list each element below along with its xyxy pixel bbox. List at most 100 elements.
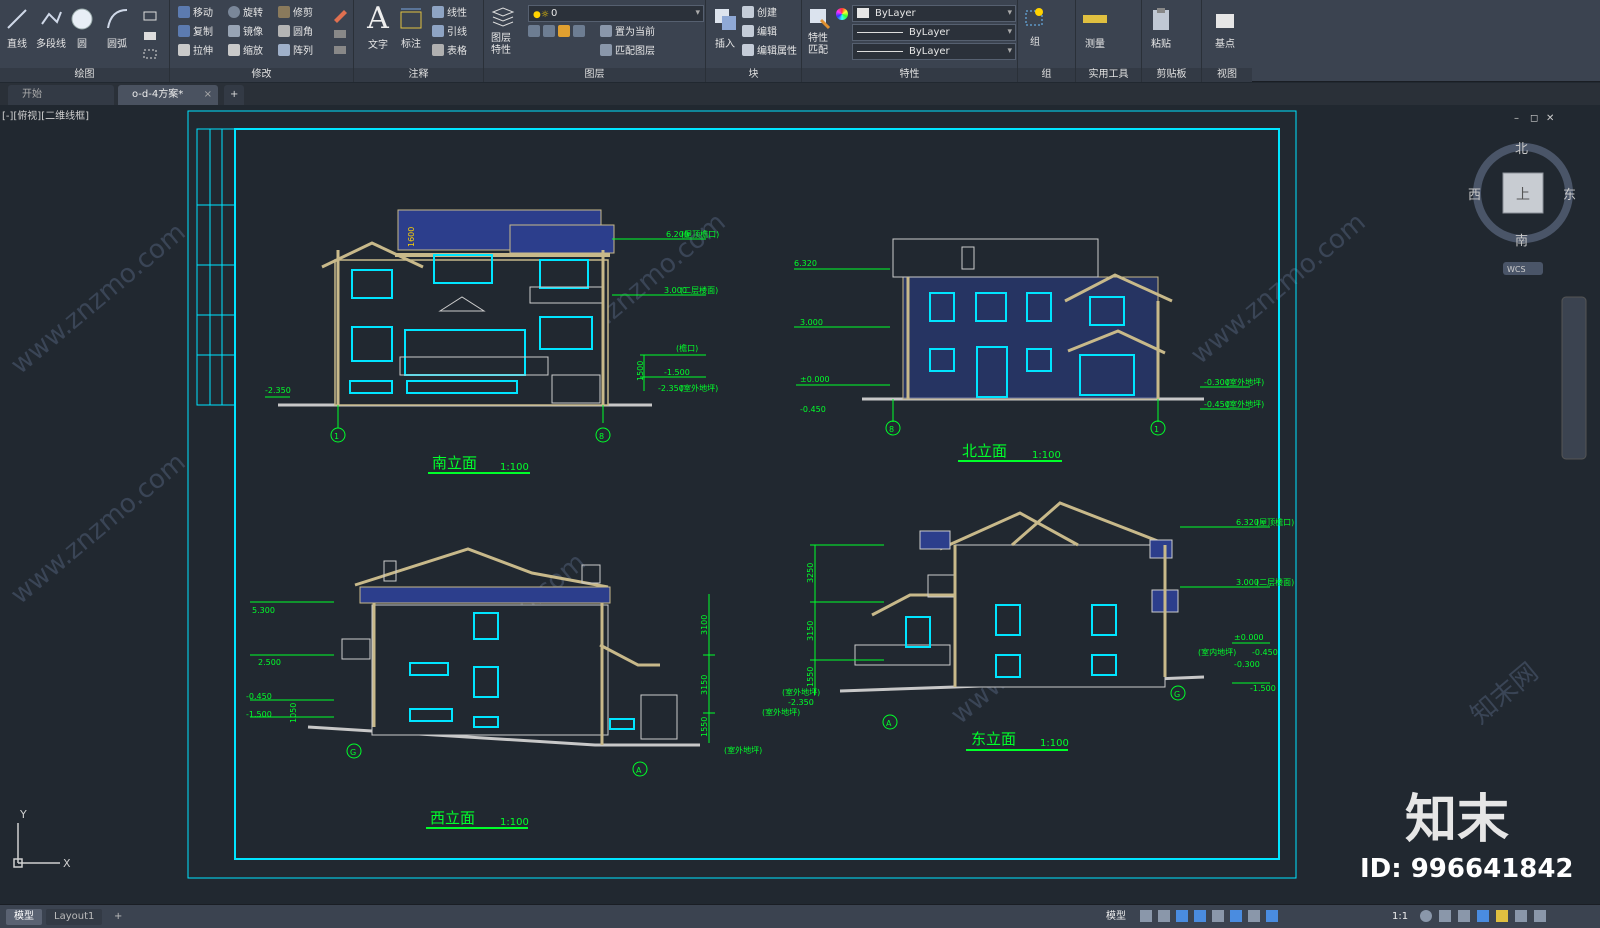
clipboard-panel-title[interactable]: 剪贴板 [1142, 68, 1201, 82]
gear-icon[interactable] [1420, 910, 1432, 922]
lineweight-select[interactable]: ByLayer [852, 43, 1016, 60]
tab-model[interactable]: 模型 [6, 909, 42, 925]
compass-west[interactable]: 西 [1468, 188, 1481, 203]
circle-button[interactable]: 圆 [70, 6, 94, 50]
base-point-button[interactable]: 基点 [1210, 6, 1240, 50]
customize-icon[interactable] [1534, 910, 1546, 922]
close-tab-icon[interactable]: × [204, 85, 212, 105]
viewport-controls-label[interactable]: [-][俯视][二维线框] [2, 109, 89, 122]
compass-east[interactable]: 东 [1563, 188, 1576, 203]
compass-south[interactable]: 南 [1515, 233, 1528, 249]
modify-panel-title[interactable]: 修改 [170, 68, 353, 82]
layer-select[interactable]: ●☼ 0 [528, 5, 704, 22]
clipboard-panel: 粘贴 剪贴板 [1142, 0, 1202, 82]
measure-button[interactable]: 测量 [1080, 6, 1110, 50]
fillet-button[interactable]: 圆角 [278, 24, 313, 42]
edit-attributes-button[interactable]: 编辑属性 [742, 43, 797, 61]
layers-panel-title[interactable]: 图层 [484, 68, 705, 82]
model-space-button[interactable]: 模型 [1098, 909, 1134, 925]
arc-button[interactable]: 圆弧 [104, 6, 130, 50]
isolate-icon[interactable] [1477, 910, 1489, 922]
axis-marker-8: 8 [889, 425, 894, 434]
compass-north[interactable]: 北 [1515, 142, 1528, 157]
plus-icon[interactable] [1439, 910, 1451, 922]
properties-panel-title[interactable]: 特性 [802, 68, 1017, 82]
group-button[interactable]: 组 [1022, 6, 1048, 48]
color-wheel-icon[interactable] [836, 8, 850, 20]
tab-start-label: 开始 [22, 89, 42, 100]
drawing-canvas[interactable]: [-][俯视][二维线框] – ◻ ✕ www.znzmo.com www.zn… [0, 105, 1600, 904]
color-select[interactable]: ByLayer [852, 5, 1016, 22]
match-layer-button[interactable]: 匹配图层 [600, 43, 655, 61]
scale-button[interactable]: 缩放 [228, 43, 263, 61]
layer-properties-button[interactable]: 图层特性 [490, 6, 516, 57]
copy-button[interactable]: 复制 [178, 24, 213, 42]
mirror-button[interactable]: 镜像 [228, 24, 263, 42]
status-tools[interactable] [1420, 910, 1590, 924]
tab-start[interactable]: 开始 [8, 85, 114, 105]
set-current-icon [600, 25, 612, 37]
view-panel-title[interactable]: 视图 [1202, 68, 1252, 82]
status-toggles[interactable] [1140, 910, 1380, 924]
leader-button[interactable]: 引线 [432, 24, 467, 42]
draw-panel-title[interactable]: 绘图 [0, 68, 169, 82]
stretch-button[interactable]: 拉伸 [178, 43, 213, 61]
ortho-icon[interactable] [1176, 910, 1188, 922]
move-button[interactable]: 移动 [178, 5, 213, 23]
new-tab-button[interactable]: + [224, 85, 244, 105]
viewcube[interactable]: 上 北 南 东 西 WCS [1468, 142, 1576, 275]
block-panel-title[interactable]: 块 [706, 68, 801, 82]
grid-icon[interactable] [1140, 910, 1152, 922]
close-viewport-icon[interactable]: ✕ [1546, 113, 1554, 124]
dimension-button[interactable]: 标注 [396, 6, 426, 50]
annotation-scale[interactable]: 1:1 [1384, 909, 1416, 925]
tab-layout1[interactable]: Layout1 [46, 909, 103, 925]
array-button[interactable]: 阵列 [278, 43, 313, 61]
layer-tools-row[interactable] [528, 24, 588, 42]
linetype-select[interactable]: ByLayer [852, 24, 1016, 41]
otrack-icon[interactable] [1230, 910, 1242, 922]
table-button[interactable]: 表格 [432, 43, 467, 61]
restore-icon[interactable]: ◻ [1530, 113, 1538, 124]
polar-icon[interactable] [1194, 910, 1206, 922]
set-current-button[interactable]: 置为当前 [600, 24, 655, 42]
tab-model-label: 模型 [14, 911, 34, 922]
document-tabs: 开始 o-d-4方案* × + [0, 83, 1600, 105]
match-properties-button[interactable]: 特性匹配 [806, 6, 832, 57]
trim-button[interactable]: 修剪 [278, 5, 313, 23]
rotate-button[interactable]: 旋转 [228, 5, 263, 23]
navigation-bar[interactable] [1561, 296, 1587, 460]
fullscreen-icon[interactable] [1515, 910, 1527, 922]
south-elevation[interactable]: 1 8 6.200(屋顶檐口) 3.000(二层楼面) (檐口) -1.500 … [265, 209, 719, 474]
add-layout-button[interactable]: + [106, 909, 130, 925]
annotation-panel-title[interactable]: 注释 [354, 68, 483, 82]
snap-icon[interactable] [1158, 910, 1170, 922]
east-elevation[interactable]: A G 3250 3150 1550 6.320(屋顶檐口) 3.000(二层楼… [762, 501, 1294, 751]
groups-panel-title[interactable]: 组 [1018, 68, 1075, 82]
linear-button[interactable]: 线性 [432, 5, 467, 23]
hardware-icon[interactable] [1496, 910, 1508, 922]
lineweight-icon[interactable] [1248, 910, 1260, 922]
create-block-button[interactable]: 创建 [742, 5, 777, 23]
tab-document[interactable]: o-d-4方案* × [118, 85, 218, 105]
layer-tool-icon [573, 25, 585, 37]
axis-marker-A: A [636, 766, 642, 775]
edit-block-button[interactable]: 编辑 [742, 24, 777, 42]
model-viewport[interactable]: [-][俯视][二维线框] – ◻ ✕ www.znzmo.com www.zn… [0, 105, 1600, 904]
text-button[interactable]: A 文字 [364, 2, 392, 52]
line-button[interactable]: 直线 [4, 6, 30, 50]
workspace-icon[interactable] [1458, 910, 1470, 922]
fillet-label: 圆角 [293, 27, 313, 38]
west-elevation[interactable]: G A 5.300 2.500 -0.450 -1.500 3100 3150 … [246, 547, 762, 829]
annotation-icon[interactable] [1266, 910, 1278, 922]
polyline-button[interactable]: 多段线 [34, 6, 68, 50]
paste-button[interactable]: 粘贴 [1148, 6, 1174, 50]
draw-more-button[interactable] [140, 8, 162, 62]
dimension-label: 1500 [636, 361, 645, 381]
erase-button[interactable] [330, 6, 350, 61]
utilities-panel-title[interactable]: 实用工具 [1076, 68, 1141, 82]
osnap-icon[interactable] [1212, 910, 1224, 922]
polyline-label: 多段线 [36, 39, 66, 50]
minimize-icon[interactable]: – [1514, 113, 1519, 124]
insert-button[interactable]: 插入 [710, 6, 740, 50]
